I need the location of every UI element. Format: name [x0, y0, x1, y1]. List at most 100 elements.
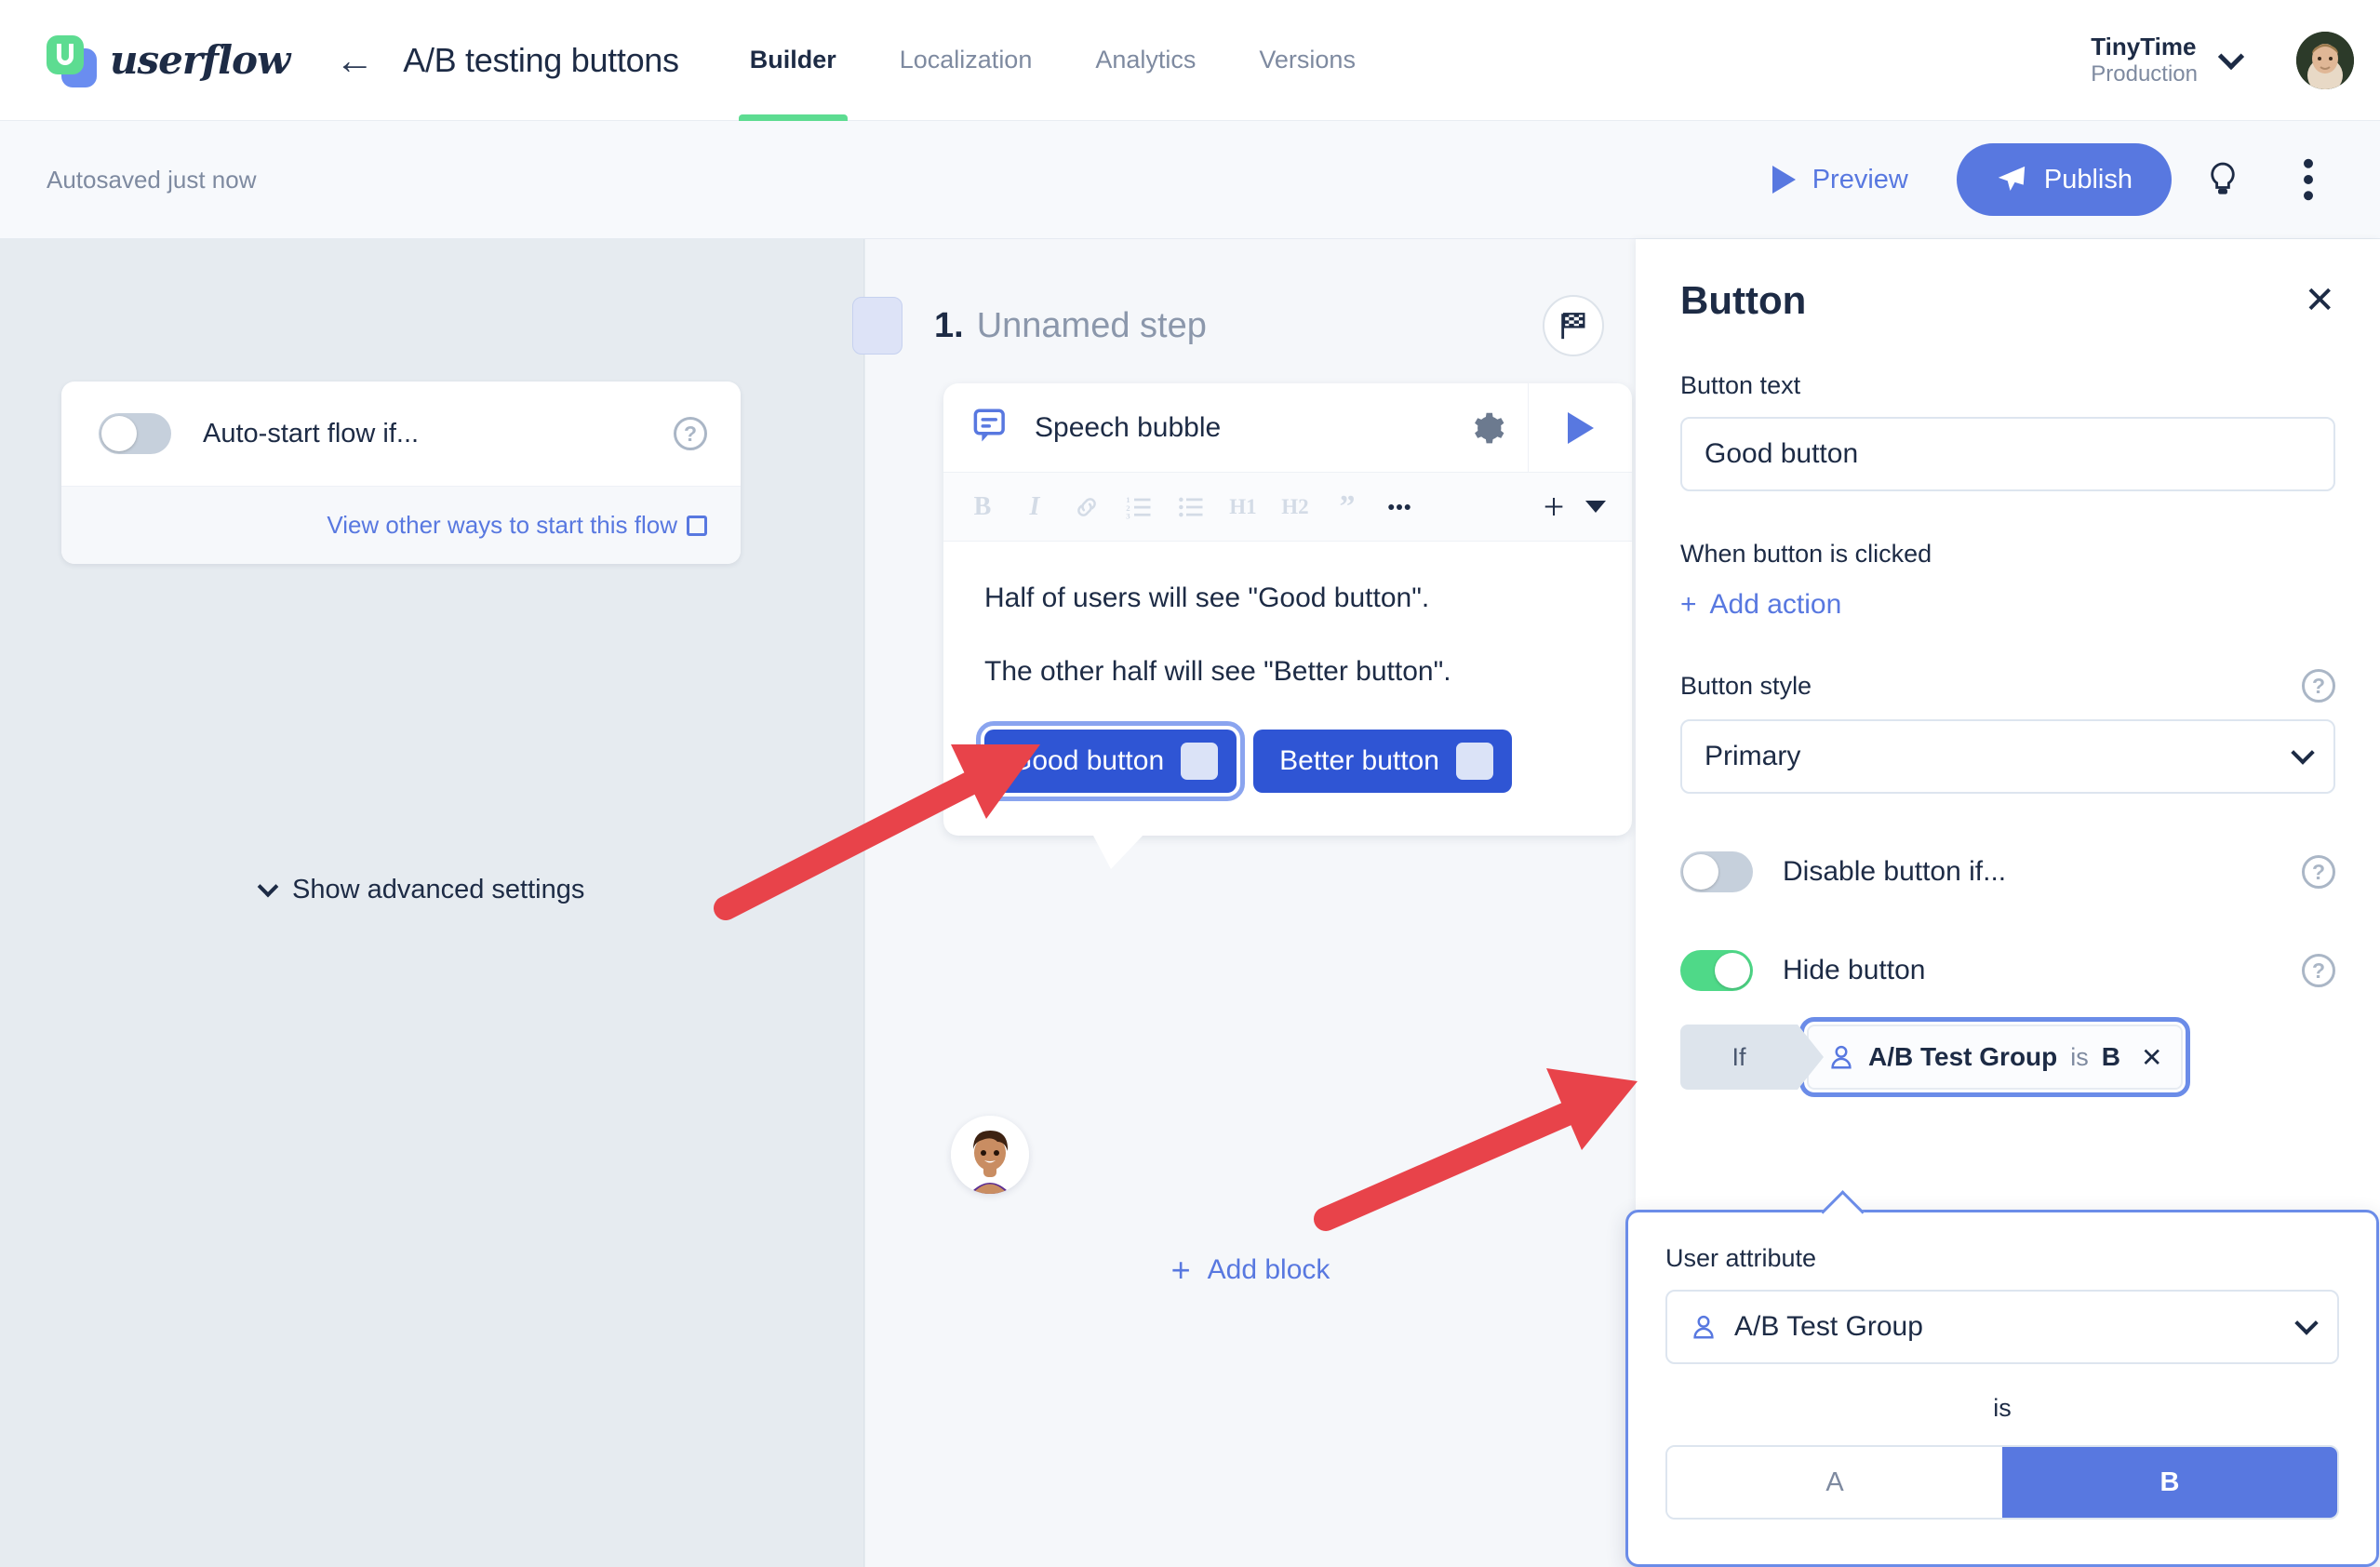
help-circle-icon[interactable]: ? [2302, 855, 2335, 889]
link-icon[interactable] [1061, 481, 1113, 533]
rich-text-toolbar: B I 1 2 3 H1 H2 ” + [943, 473, 1632, 542]
button-style-label-row: Button style ? [1680, 669, 2335, 703]
show-advanced-settings-button[interactable]: Show advanced settings [257, 875, 585, 905]
heading-1-icon[interactable]: H1 [1217, 481, 1269, 533]
more-options-button[interactable] [2274, 145, 2343, 214]
play-icon [1567, 411, 1594, 444]
preview-button-label: Preview [1812, 164, 1908, 194]
auto-start-toggle[interactable] [99, 413, 171, 454]
plus-icon: + [1543, 486, 1565, 528]
toolbar-actions: Preview Publish [1750, 143, 2343, 216]
view-other-ways-label: View other ways to start this flow [327, 511, 677, 539]
paper-plane-icon [1998, 166, 2026, 192]
user-attribute-popover: User attribute A/B Test Group is A B [1625, 1210, 2379, 1567]
lightbulb-button[interactable] [2188, 145, 2257, 214]
auto-start-card: Auto-start flow if... ? View other ways … [61, 382, 741, 564]
step-header: 1. Unnamed step [852, 284, 1636, 368]
more-horizontal-icon[interactable] [1373, 481, 1425, 533]
help-circle-icon[interactable]: ? [2302, 954, 2335, 987]
tab-builder[interactable]: Builder [718, 0, 868, 121]
tab-localization[interactable]: Localization [868, 0, 1064, 121]
publish-button[interactable]: Publish [1956, 143, 2172, 216]
hide-button-label: Hide button [1783, 955, 1926, 985]
add-block-button[interactable]: + Add block [865, 1253, 1636, 1287]
svg-text:3: 3 [1126, 511, 1130, 520]
button-text-label: Button text [1680, 371, 1801, 399]
preview-button[interactable]: Preview [1750, 165, 1931, 195]
add-element-button[interactable]: + [1528, 481, 1619, 533]
hide-condition-row: If A/B Test Group is B ✕ [1680, 1017, 2335, 1097]
close-icon[interactable]: ✕ [2304, 282, 2335, 319]
page-title: A/B testing buttons [403, 40, 679, 79]
condition-operator: is [2070, 1042, 2089, 1071]
avatar-photo-icon [2296, 32, 2354, 89]
user-attribute-label: User attribute [1665, 1244, 1817, 1272]
button-text-input[interactable] [1680, 417, 2335, 491]
speech-bubble-block: Speech bubble B I 1 2 3 H1 H2 ” + Half o… [943, 382, 1632, 869]
block-settings-button[interactable] [1470, 410, 1505, 446]
account-text: TinyTime Production [2091, 33, 2198, 88]
better-button[interactable]: Better button [1253, 730, 1512, 793]
good-button-label: Good button [1010, 745, 1165, 776]
view-other-ways-link[interactable]: View other ways to start this flow [327, 511, 707, 539]
speech-bubble-icon [971, 406, 1010, 449]
block-preview-button[interactable] [1528, 382, 1632, 473]
tab-analytics-label: Analytics [1095, 46, 1197, 74]
gear-icon [1475, 412, 1504, 443]
show-advanced-settings-label: Show advanced settings [292, 875, 585, 904]
auto-start-label: Auto-start flow if... [203, 418, 420, 449]
goal-flag-button[interactable] [1543, 295, 1604, 356]
chevron-down-icon [2294, 1311, 2319, 1335]
panel-body: Button text When button is clicked + Add… [1636, 371, 2380, 1097]
autosave-status: Autosaved just now [47, 165, 257, 194]
step-tab-handle[interactable] [852, 297, 903, 355]
close-icon[interactable]: ✕ [2141, 1042, 2162, 1073]
back-arrow-icon[interactable]: ← [332, 40, 377, 80]
plus-icon: + [1680, 589, 1697, 620]
top-navigation-bar: userflow ← A/B testing buttons Builder L… [0, 0, 2380, 121]
content-paragraph-2: The other half will see "Better button". [984, 656, 1451, 687]
account-environment: Production [2091, 60, 2198, 87]
block-header: Speech bubble [943, 382, 1632, 473]
help-circle-icon[interactable]: ? [674, 417, 707, 450]
good-button[interactable]: Good button [975, 721, 1246, 801]
condition-chip[interactable]: A/B Test Group is B ✕ [1798, 1017, 2191, 1097]
operator-label: is [1993, 1394, 2012, 1422]
option-a[interactable]: A [1667, 1447, 2002, 1518]
userflow-logo-icon [47, 34, 97, 87]
speech-bubble-tail [1092, 834, 1144, 869]
userflow-logo[interactable]: userflow [47, 34, 290, 87]
account-name: TinyTime [2091, 32, 2197, 60]
user-avatar[interactable] [2296, 32, 2354, 89]
account-switcher[interactable]: TinyTime Production [2091, 0, 2245, 121]
tab-builder-label: Builder [749, 46, 836, 74]
ordered-list-icon[interactable]: 1 2 3 [1113, 481, 1165, 533]
disable-button-toggle[interactable] [1680, 851, 1753, 892]
logo-wordmark: userflow [110, 37, 290, 83]
condition-attribute: A/B Test Group [1868, 1042, 2058, 1071]
tab-analytics[interactable]: Analytics [1063, 0, 1227, 121]
step-canvas: 1. Unnamed step Speech bubble B I 1 2 3 … [852, 239, 1636, 1567]
button-style-select[interactable]: Primary [1680, 719, 2335, 794]
blockquote-icon[interactable]: ” [1321, 481, 1373, 533]
bullet-list-icon[interactable] [1165, 481, 1217, 533]
publish-button-label: Publish [2043, 164, 2133, 194]
user-attribute-select[interactable]: A/B Test Group [1665, 1290, 2339, 1364]
tab-localization-label: Localization [899, 46, 1033, 74]
step-name[interactable]: Unnamed step [977, 306, 1207, 346]
option-b[interactable]: B [2002, 1447, 2337, 1518]
tab-versions[interactable]: Versions [1227, 0, 1387, 121]
bold-icon[interactable]: B [956, 481, 1009, 533]
panel-header: Button ✕ [1636, 239, 2380, 323]
hide-button-toggle[interactable] [1680, 950, 1753, 991]
button-style-value: Primary [1705, 741, 1801, 771]
more-vertical-icon [2304, 158, 2313, 201]
user-icon [1831, 1045, 1852, 1069]
block-content[interactable]: Half of users will see "Good button". Th… [943, 542, 1632, 836]
button-style-label: Button style [1680, 671, 1812, 700]
heading-2-icon[interactable]: H2 [1269, 481, 1321, 533]
italic-icon[interactable]: I [1009, 481, 1061, 533]
add-action-button[interactable]: + Add action [1680, 589, 2335, 621]
help-circle-icon[interactable]: ? [2302, 669, 2335, 703]
button-slot-placeholder [1455, 743, 1493, 780]
